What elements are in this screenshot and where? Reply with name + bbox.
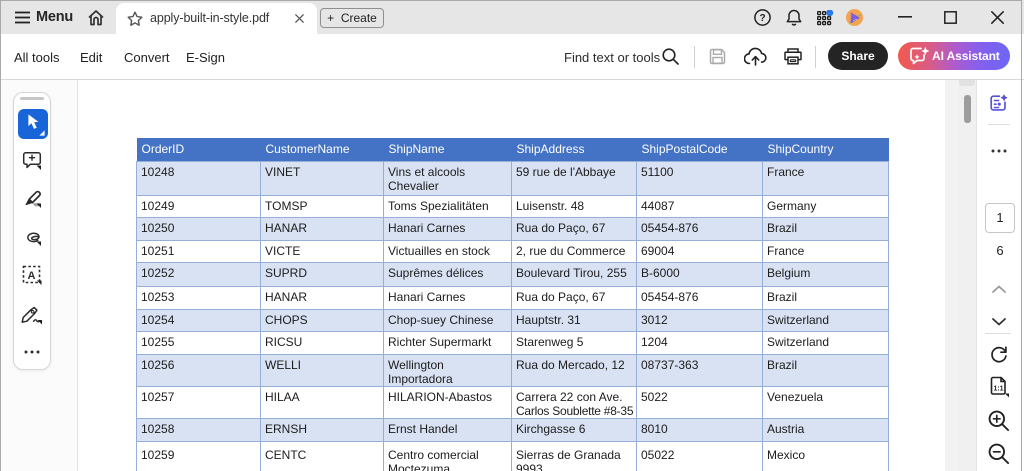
svg-text:1:1: 1:1	[993, 386, 1003, 393]
svg-text:?: ?	[759, 13, 765, 24]
svg-text:A: A	[28, 270, 36, 282]
